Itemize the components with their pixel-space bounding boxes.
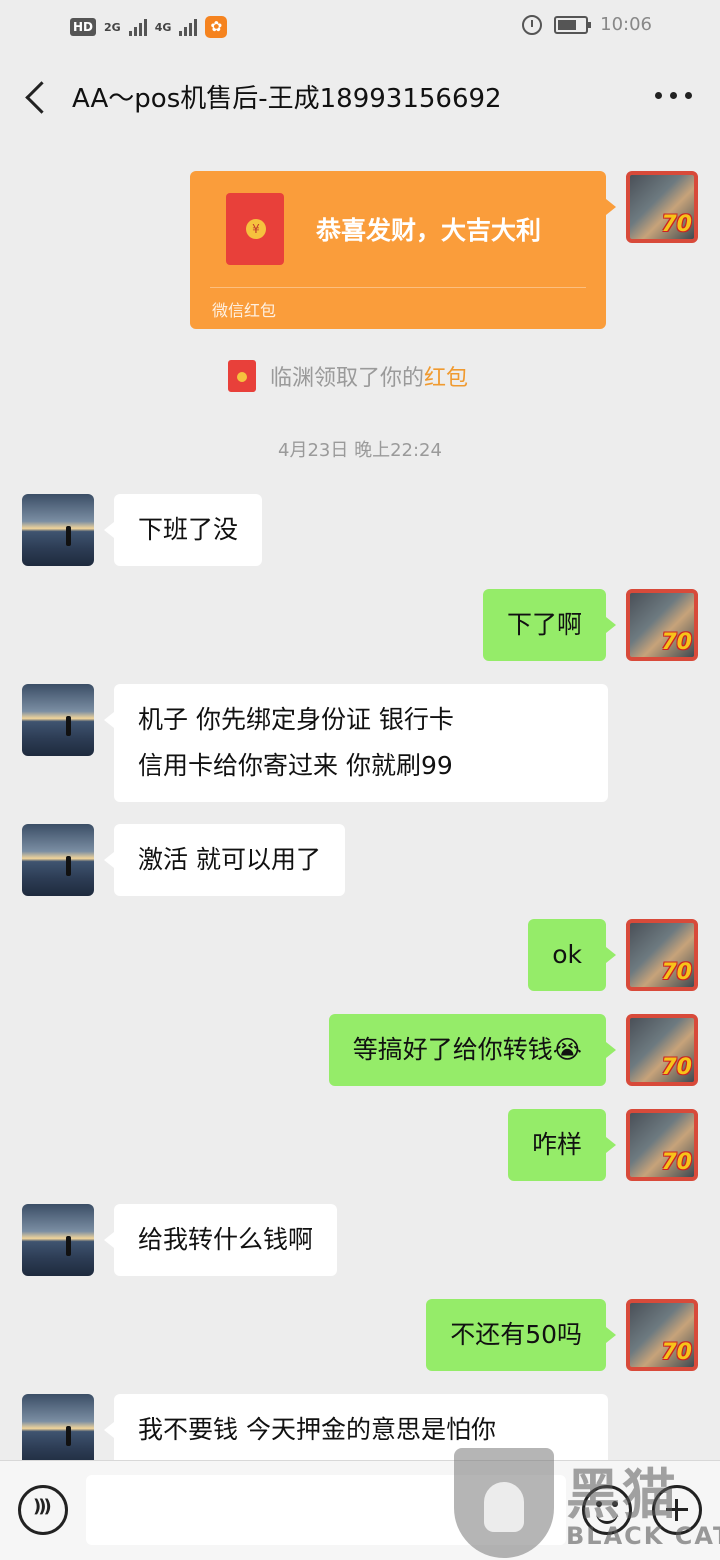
avatar-badge: 70 [661,1340,692,1365]
contact-avatar[interactable] [22,824,94,896]
red-packet-footer: 微信红包 [212,301,277,320]
outgoing-message[interactable]: 等搞好了给你转钱😭 [328,1014,617,1086]
plus-icon[interactable] [652,1485,702,1535]
contact-avatar[interactable] [22,494,94,566]
chat-header: AA～pos机售后-王成18993156692 [0,56,720,140]
my-avatar[interactable]: 70 [626,1299,698,1371]
status-time: 10:06 [600,14,652,35]
my-avatar[interactable]: 70 [626,589,698,661]
signal-icon [128,18,147,36]
red-envelope-icon [228,360,256,392]
contact-avatar[interactable] [22,1394,94,1460]
red-packet-card[interactable]: 恭喜发财，大吉大利 微信红包 [190,171,616,329]
network-4g-label: 4G [154,20,172,34]
chat-title: AA～pos机售后-王成18993156692 [72,84,502,114]
red-packet-greeting: 恭喜发财，大吉大利 [316,216,542,245]
avatar-badge: 70 [661,630,692,655]
outgoing-message[interactable]: 下了啊 [482,589,617,661]
app-notification-icon: ✿ [205,16,228,38]
system-notice-text: 临渊领取了你的 [270,366,425,391]
emoji-icon[interactable] [582,1485,632,1535]
outgoing-message[interactable]: ok [528,919,616,991]
outgoing-message[interactable]: 咋样 [507,1109,617,1181]
avatar-badge: 70 [661,1055,692,1080]
message-line: 信用卡给你寄过来 你就刷99 [138,751,453,780]
contact-avatar[interactable] [22,1204,94,1276]
my-avatar[interactable]: 70 [626,1109,698,1181]
status-right: 10:06 [522,14,652,35]
more-dots-icon[interactable] [655,92,692,99]
battery-icon [554,15,592,34]
divider [210,287,586,288]
my-avatar[interactable]: 70 [626,1014,698,1086]
status-bar: HD 2G 4G ✿ 10:06 [0,0,720,56]
incoming-message[interactable]: 激活 就可以用了 [104,824,345,896]
avatar-badge: 70 [661,1150,692,1175]
message-timestamp: 4月23日 晚上22:24 [278,440,442,461]
message-text: 等搞好了给你转钱 [352,1035,553,1064]
signal-icon-2 [179,18,198,36]
red-envelope-icon [226,193,284,265]
alarm-icon [522,14,543,35]
chevron-left-icon[interactable] [20,78,60,118]
message-input[interactable] [86,1475,566,1545]
incoming-message[interactable]: 我不要钱 今天押金的意思是怕你 [104,1394,608,1460]
avatar-badge: 70 [661,960,692,985]
input-bar [0,1460,720,1560]
red-packet-link[interactable]: 红包 [424,366,468,391]
status-left: HD 2G 4G ✿ [70,16,228,38]
system-notice: 临渊领取了你的红包 [228,360,468,392]
my-avatar[interactable]: 70 [626,171,698,243]
incoming-message[interactable]: 给我转什么钱啊 [103,1204,338,1276]
network-2g-label: 2G [104,20,121,34]
message-list[interactable]: 恭喜发财，大吉大利 微信红包 70 临渊领取了你的红包 4月23日 晚上22:2… [0,140,720,1460]
voice-icon[interactable] [18,1485,68,1535]
my-avatar[interactable]: 70 [626,919,698,991]
hd-badge: HD [70,18,97,36]
incoming-message[interactable]: 下班了没 [103,494,263,566]
outgoing-message[interactable]: 不还有50吗 [426,1299,616,1371]
avatar-badge: 70 [661,212,692,237]
contact-avatar[interactable] [22,684,94,756]
message-line: 机子 你先绑定身份证 银行卡 [138,705,454,734]
crying-laughing-emoji-icon: 😭 [552,1035,582,1064]
incoming-message[interactable]: 机子 你先绑定身份证 银行卡 信用卡给你寄过来 你就刷99 [104,684,608,802]
